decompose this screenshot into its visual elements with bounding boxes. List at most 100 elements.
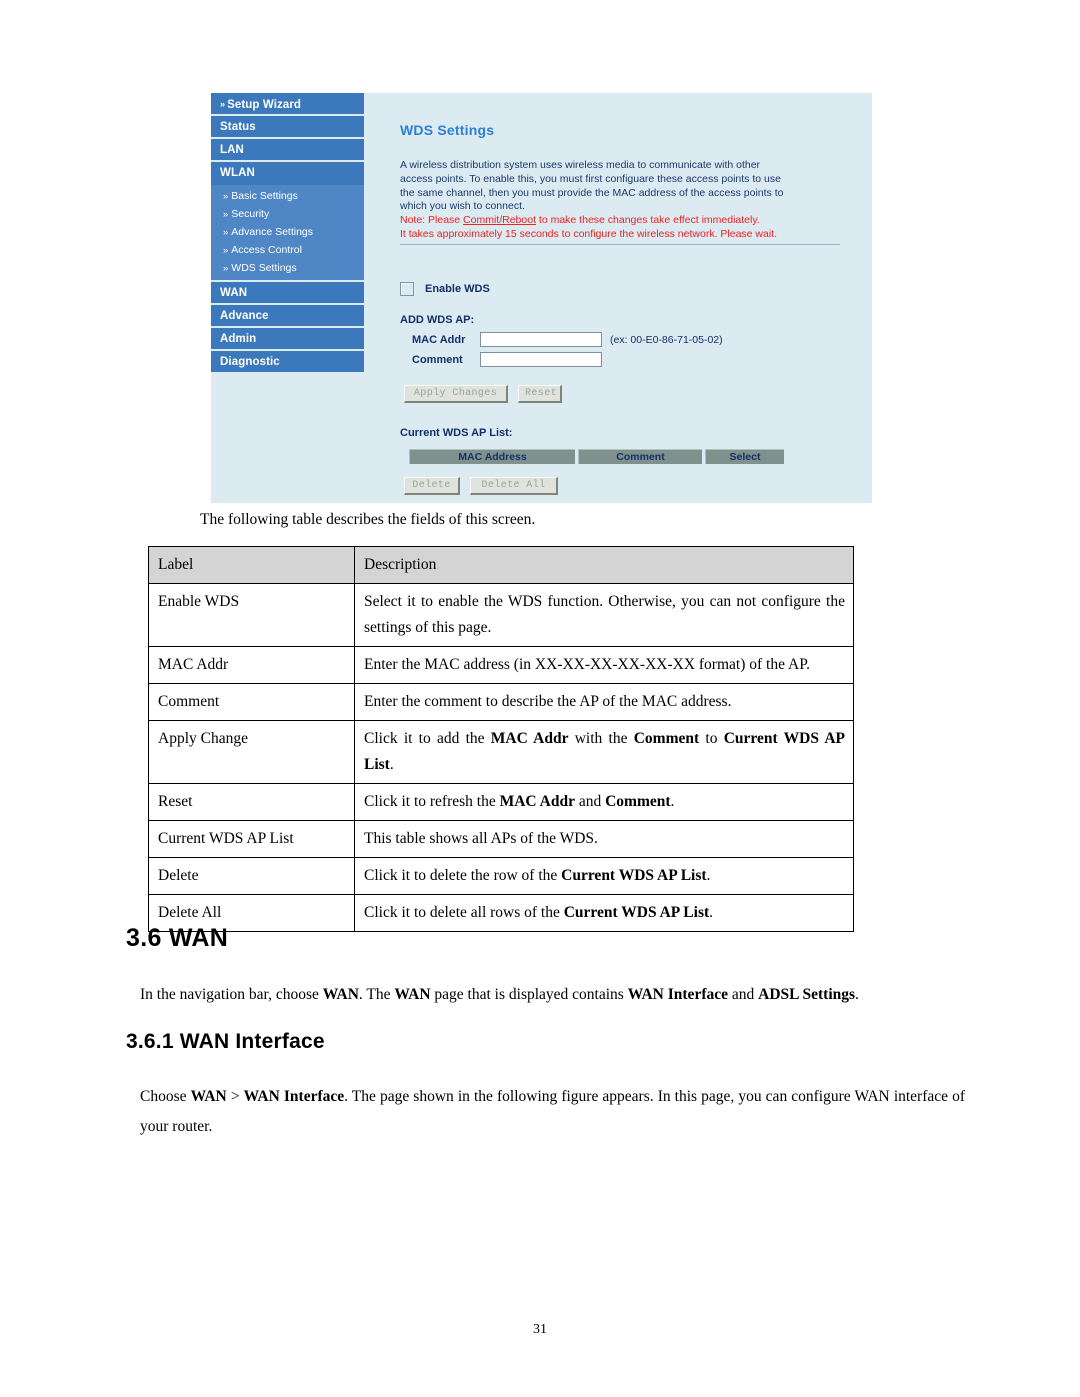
column-header-label: Label	[148, 546, 355, 584]
enable-wds-row: Enable WDS	[400, 282, 490, 296]
delete-button[interactable]: Delete	[404, 477, 460, 495]
page-title: WDS Settings	[400, 122, 495, 138]
form-button-row: Apply Changes Reset	[404, 385, 562, 403]
row-label: Reset	[148, 783, 355, 821]
double-chevron-right-icon: »	[223, 245, 229, 256]
page-number: 31	[533, 1322, 547, 1337]
mac-addr-input[interactable]	[480, 332, 602, 347]
intro-paragraph: The following table describes the fields…	[200, 511, 536, 528]
field-description-table: Label Description Enable WDS Select it t…	[148, 546, 854, 932]
paragraph-wan-interface: Choose WAN > WAN Interface. The page sho…	[140, 1088, 966, 1135]
section-heading-3-6-1: 3.6.1 WAN Interface	[126, 1030, 325, 1053]
note-line-1: Note: Please Commit/Reboot to make these…	[400, 214, 760, 226]
comment-label: Comment	[412, 353, 463, 366]
row-label: Apply Change	[148, 720, 355, 784]
row-description: Enter the comment to describe the AP of …	[354, 683, 854, 721]
wds-description-text: A wireless distribution system uses wire…	[400, 159, 850, 242]
sidebar-item-admin[interactable]: Admin	[211, 328, 364, 351]
double-chevron-right-icon: »	[223, 191, 229, 202]
mac-addr-label: MAC Addr	[412, 333, 466, 346]
table-row: Apply Change Click it to add the MAC Add…	[148, 720, 854, 784]
description-line-2: access points. To enable this, you must …	[400, 172, 781, 185]
sidebar-item-lan[interactable]: LAN	[211, 139, 364, 162]
sidebar-item-label: Status	[220, 121, 256, 133]
row-label: Comment	[148, 683, 355, 721]
current-wds-ap-list-table: MAC Address Comment Select	[409, 449, 784, 464]
sidebar-item-wds-settings[interactable]: » WDS Settings	[211, 259, 364, 277]
sidebar-item-diagnostic[interactable]: Diagnostic	[211, 351, 364, 374]
sidebar-item-label: LAN	[220, 144, 244, 156]
router-content-panel: WDS Settings A wireless distribution sys…	[364, 93, 872, 503]
description-line-4: which you wish to connect.	[400, 200, 525, 213]
note-suffix: to make these changes take effect immedi…	[536, 214, 760, 227]
table-row: Enable WDS Select it to enable the WDS f…	[148, 583, 854, 647]
description-line-3: the same channel, then you must provide …	[400, 186, 784, 199]
list-button-row: Delete Delete All	[404, 477, 558, 495]
sidebar-item-setup-wizard[interactable]: » Setup Wizard	[211, 93, 364, 116]
row-description: Click it to refresh the MAC Addr and Com…	[354, 783, 854, 821]
note-prefix: Note: Please	[400, 214, 464, 227]
table-row: Reset Click it to refresh the MAC Addr a…	[148, 783, 854, 821]
row-description: Select it to enable the WDS function. Ot…	[354, 583, 854, 647]
commit-reboot-link[interactable]: Commit/Reboot	[463, 214, 536, 226]
description-line-1: A wireless distribution system uses wire…	[400, 159, 761, 171]
apply-changes-button[interactable]: Apply Changes	[404, 385, 508, 403]
table-row: MAC Addr Enter the MAC address (in XX-XX…	[148, 646, 854, 684]
note-line-2: It takes approximately 15 seconds to con…	[400, 227, 778, 240]
column-header-mac-address: MAC Address	[409, 449, 575, 464]
add-wds-ap-section-label: ADD WDS AP:	[400, 314, 475, 326]
sidebar-item-access-control[interactable]: » Access Control	[211, 241, 364, 259]
delete-all-button[interactable]: Delete All	[470, 477, 558, 495]
sidebar-subitem-label: WDS Settings	[231, 262, 297, 274]
sidebar-item-label: Advance	[220, 310, 269, 322]
horizontal-divider	[400, 244, 840, 245]
sidebar-subitem-label: Security	[231, 208, 270, 220]
row-label: Current WDS AP List	[148, 820, 355, 858]
reset-button[interactable]: Reset	[518, 385, 562, 403]
column-header-description: Description	[354, 546, 854, 584]
row-label: Enable WDS	[148, 583, 355, 647]
comment-row: Comment	[412, 352, 602, 367]
sidebar-item-advance[interactable]: Advance	[211, 305, 364, 328]
sidebar-item-wan[interactable]: WAN	[211, 282, 364, 305]
sidebar-item-wlan[interactable]: WLAN	[211, 162, 364, 185]
sidebar-item-label: Admin	[220, 333, 257, 345]
double-chevron-right-icon: »	[223, 227, 229, 238]
double-chevron-right-icon: »	[223, 209, 229, 220]
router-navigation-sidebar: » Setup Wizard Status LAN WLAN » Basic Set…	[211, 93, 364, 503]
sidebar-item-label: Setup Wizard	[227, 99, 302, 111]
table-row: Current WDS AP List This table shows all…	[148, 820, 854, 858]
mac-addr-example-hint: (ex: 00-E0-86-71-05-02)	[610, 333, 723, 346]
mac-addr-row: MAC Addr (ex: 00-E0-86-71-05-02)	[412, 332, 723, 347]
row-label: Delete	[148, 857, 355, 895]
sidebar-item-security[interactable]: » Security	[211, 205, 364, 223]
sidebar-wlan-submenu: » Basic Settings » Security » Advance Setti…	[211, 185, 364, 282]
double-chevron-right-icon: »	[223, 263, 229, 274]
enable-wds-checkbox[interactable]	[400, 282, 414, 296]
router-web-ui-screenshot: » Setup Wizard Status LAN WLAN » Basic Set…	[211, 93, 872, 503]
table-row: Delete All Click it to delete all rows o…	[148, 894, 854, 932]
row-description: This table shows all APs of the WDS.	[354, 820, 854, 858]
row-label: MAC Addr	[148, 646, 355, 684]
column-header-select: Select	[705, 449, 784, 464]
current-wds-ap-list-label: Current WDS AP List:	[400, 427, 513, 439]
paragraph-wan: In the navigation bar, choose WAN. The W…	[140, 986, 859, 1003]
table-row: Delete Click it to delete the row of the…	[148, 857, 854, 895]
table-header-row: Label Description	[148, 546, 854, 584]
sidebar-subitem-label: Advance Settings	[231, 226, 314, 238]
table-row: Comment Enter the comment to describe th…	[148, 683, 854, 721]
row-description: Click it to delete all rows of the Curre…	[354, 894, 854, 932]
column-header-comment: Comment	[578, 449, 702, 464]
row-description: Click it to add the MAC Addr with the Co…	[354, 720, 854, 784]
sidebar-subitem-label: Access Control	[231, 244, 302, 256]
sidebar-item-status[interactable]: Status	[211, 116, 364, 139]
comment-input[interactable]	[480, 352, 602, 367]
row-description: Enter the MAC address (in XX-XX-XX-XX-XX…	[354, 646, 854, 684]
sidebar-item-label: WLAN	[220, 167, 255, 179]
sidebar-item-label: Diagnostic	[220, 356, 280, 368]
sidebar-item-advance-settings[interactable]: » Advance Settings	[211, 223, 364, 241]
enable-wds-label: Enable WDS	[425, 283, 490, 295]
sidebar-item-basic-settings[interactable]: » Basic Settings	[211, 187, 364, 205]
double-chevron-right-icon: »	[220, 99, 226, 109]
sidebar-item-label: WAN	[220, 287, 248, 299]
